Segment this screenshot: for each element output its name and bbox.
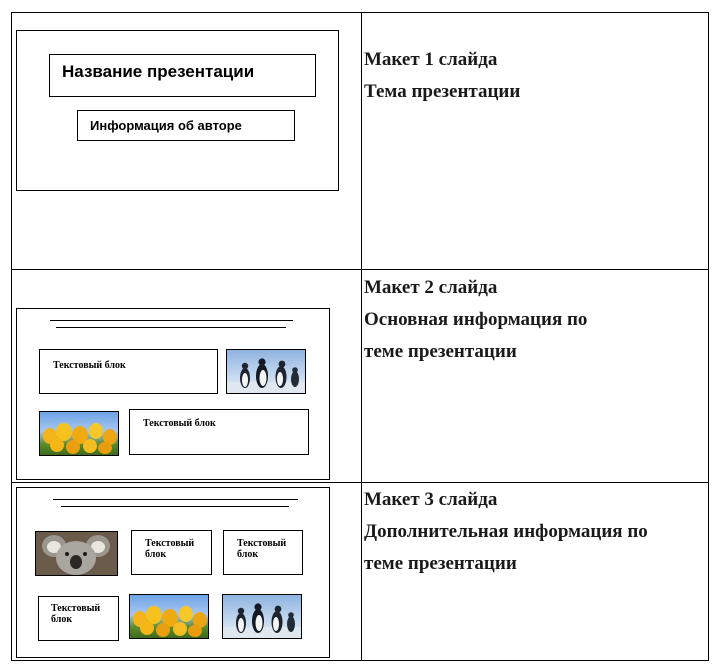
slide-2-title-rule-2 bbox=[56, 327, 286, 328]
slide-2-textbox-2-label: Текстовый блок bbox=[143, 418, 216, 429]
slide-3-textbox-3-line-2: блок bbox=[51, 614, 73, 625]
slide-2-textbox-1-label: Текстовый блок bbox=[53, 360, 126, 371]
slide-1-author-text: Информация об авторе bbox=[90, 118, 242, 133]
row-3-subtitle-line-2: теме презентации bbox=[364, 553, 517, 574]
row-1-description: Макет 1 слайда Тема презентации bbox=[364, 44, 520, 108]
slide-3-textbox-2-label: Текстовый блок bbox=[237, 538, 286, 560]
row-1-title: Макет 1 слайда bbox=[364, 49, 498, 70]
slide-3-textbox-2-line-1: Текстовый bbox=[237, 538, 287, 549]
row-2-subtitle-line-1: Основная информация по bbox=[364, 309, 588, 330]
penguins-image-2 bbox=[222, 594, 302, 639]
slide-3-title-rule-1 bbox=[53, 499, 298, 500]
slide-2-textbox-2 bbox=[129, 409, 309, 455]
table-divider-2 bbox=[11, 482, 709, 483]
row-3-description: Макет 3 слайда Дополнительная информация… bbox=[364, 484, 648, 580]
tulips-image bbox=[39, 411, 119, 456]
slide-3-textbox-1-label: Текстовый блок bbox=[145, 538, 194, 560]
tulips-image-2 bbox=[129, 594, 209, 639]
row-3-title: Макет 3 слайда bbox=[364, 489, 498, 510]
table-border-bottom bbox=[11, 660, 709, 661]
row-2-subtitle-line-2: теме презентации bbox=[364, 341, 517, 362]
penguins-image bbox=[226, 349, 306, 394]
slide-3-textbox-3-line-1: Текстовый bbox=[51, 603, 101, 614]
layout-table: Название презентации Информация об автор… bbox=[0, 0, 714, 666]
slide-2-textbox-1 bbox=[39, 349, 218, 394]
slide-3-title-rule-2 bbox=[61, 506, 289, 507]
slide-3-textbox-3-label: Текстовый блок bbox=[51, 603, 100, 625]
table-border-top bbox=[11, 12, 709, 13]
slide-3-textbox-1-line-1: Текстовый bbox=[145, 538, 195, 549]
table-divider-1 bbox=[11, 269, 709, 270]
slide-3-textbox-2-line-2: блок bbox=[237, 549, 259, 560]
row-2-title: Макет 2 слайда bbox=[364, 277, 498, 298]
koala-image bbox=[35, 531, 118, 576]
table-border-left bbox=[11, 12, 12, 661]
slide-3-textbox-1-line-2: блок bbox=[145, 549, 167, 560]
row-1-subtitle: Тема презентации bbox=[364, 81, 521, 102]
row-2-description: Макет 2 слайда Основная информация по те… bbox=[364, 272, 587, 368]
table-column-divider bbox=[361, 12, 362, 661]
slide-2-title-rule-1 bbox=[50, 320, 293, 321]
row-3-subtitle-line-1: Дополнительная информация по bbox=[364, 521, 648, 542]
slide-1-title-text: Название презентации bbox=[62, 62, 255, 81]
table-border-right bbox=[708, 12, 709, 661]
